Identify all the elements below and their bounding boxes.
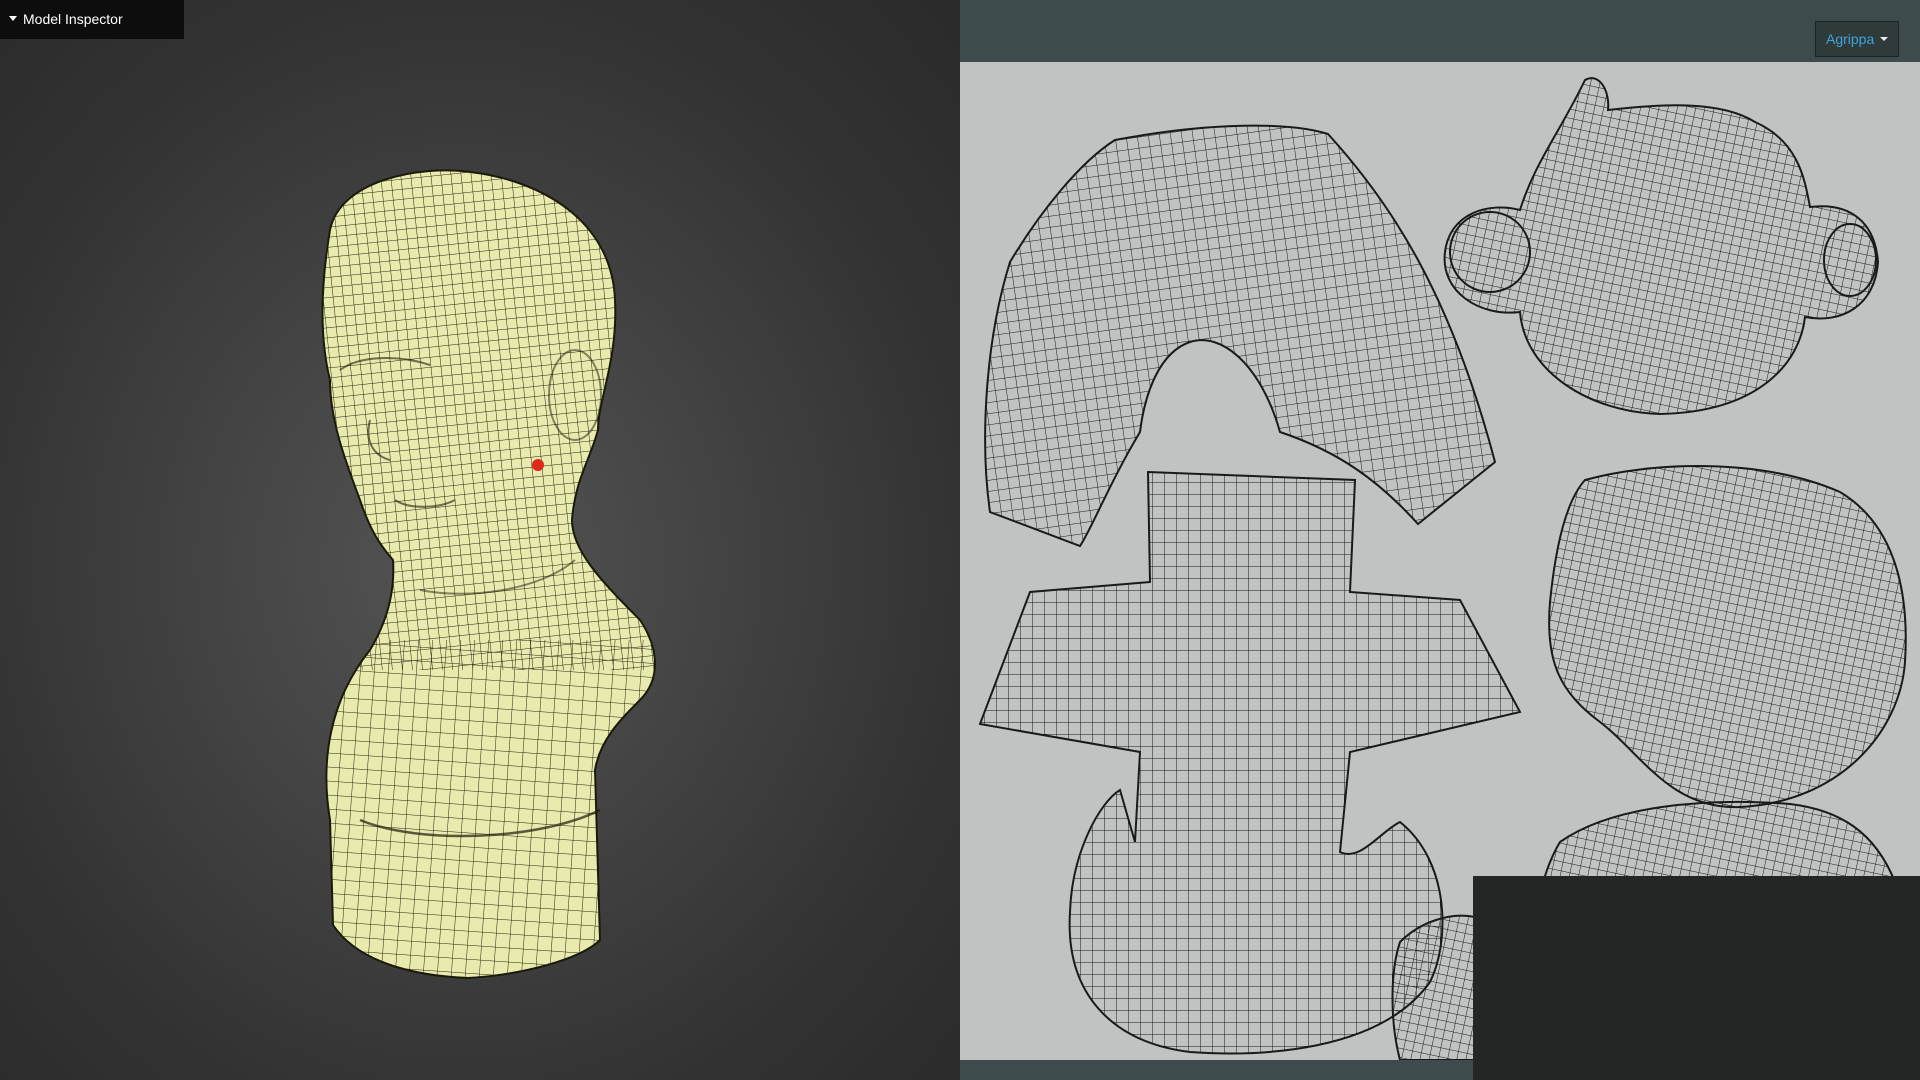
bust-mesh[interactable] [0,0,960,1080]
vertex-marker[interactable] [532,459,544,471]
uv-island-small [1391,914,1476,1060]
inspector-title: Model Inspector [23,11,123,27]
model-select-dropdown[interactable]: Agrippa [1815,21,1899,57]
model-inspector-toggle[interactable]: Model Inspector [0,0,184,39]
uv-island-face [1548,465,1907,809]
model-select-value: Agrippa [1826,31,1875,47]
caret-down-icon [9,15,17,21]
uv-island-head [1443,77,1880,416]
3d-viewport[interactable]: Model Inspector [0,0,960,1080]
chevron-down-icon [1880,37,1888,41]
bust-silhouette [321,169,656,980]
overlay-panel [1473,876,1920,1080]
